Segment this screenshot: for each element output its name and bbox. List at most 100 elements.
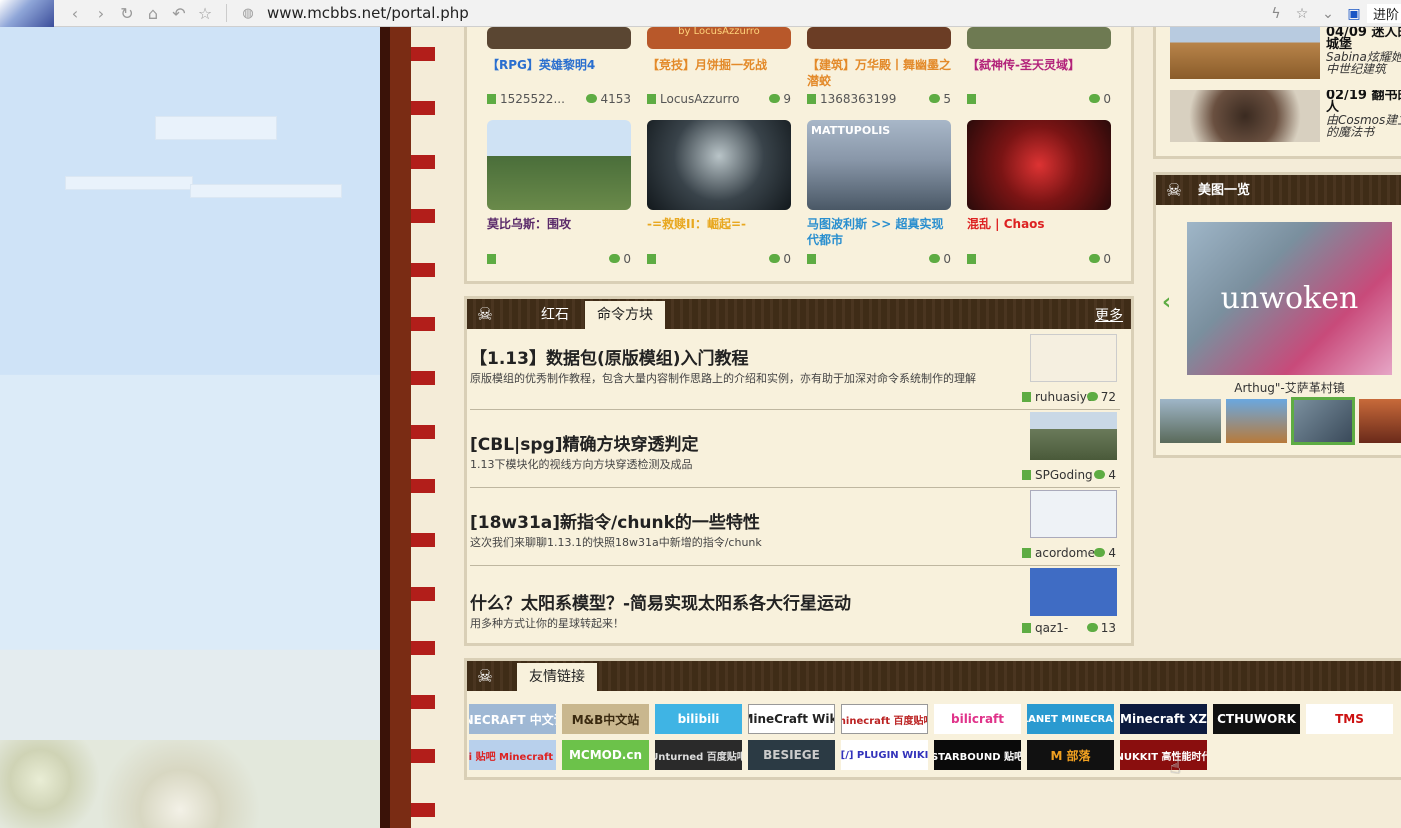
link-starbound[interactable]: STARBOUND 贴吧	[934, 740, 1021, 770]
tutorial-title[interactable]: [18w31a]新指令/chunk的一些特性	[470, 508, 1120, 533]
tutorial-user[interactable]: ruhuasiyu	[1035, 390, 1094, 404]
server-thumb[interactable]	[967, 27, 1111, 49]
tutorial-thumb[interactable]	[1030, 412, 1117, 460]
tutorial-user[interactable]: SPGoding	[1035, 468, 1093, 482]
tutorial-title[interactable]: 什么？太阳系模型？-简易实现太阳系各大行星运动	[470, 589, 1120, 614]
news-item[interactable]: 02/19 翻书的人由Cosmos建立的魔法书	[1170, 90, 1401, 142]
tutorial-user[interactable]: acordome	[1035, 546, 1095, 560]
link-bilicraft[interactable]: bilicraft	[934, 704, 1021, 734]
server-user[interactable]: 1368363199	[820, 92, 896, 106]
link-tms[interactable]: TMS	[1306, 704, 1393, 734]
gallery-thumb[interactable]	[1226, 399, 1287, 443]
gallery-main-image[interactable]: unwoken	[1187, 222, 1392, 375]
comment-icon	[929, 254, 941, 263]
server-title[interactable]: 混乱 | Chaos	[967, 216, 1111, 232]
link-planet[interactable]: PLANET MINECRAFT	[1027, 704, 1114, 734]
link-bilibili[interactable]: bilibili	[655, 704, 742, 734]
shield-icon[interactable]: ◍	[235, 0, 261, 27]
link-mcbbs[interactable]: MINECRAFT 中文论坛	[469, 704, 556, 734]
server-card[interactable]: MATTUPOLIS 马图波利斯 >> 超真实现代都市	[807, 120, 951, 248]
tutorial-title[interactable]: [CBL|spg]精确方块穿透判定	[470, 430, 1120, 455]
server-card[interactable]: by LocusAzzurro 【竞技】月饼掘一死战	[647, 27, 791, 73]
server-card[interactable]: 【RPG】英雄黎明4	[487, 27, 631, 73]
server-meta: 0	[487, 252, 631, 266]
news-thumb[interactable]	[1170, 27, 1320, 79]
tutorial-thumb[interactable]	[1030, 490, 1117, 538]
server-thumb[interactable]	[647, 120, 791, 210]
link-cthuwork[interactable]: CTHUWORK	[1213, 704, 1300, 734]
comment-icon	[586, 94, 598, 103]
tab-friend-links[interactable]: 友情链接	[517, 663, 597, 691]
link-unturned[interactable]: Unturned 百度贴吧	[655, 740, 742, 770]
news-thumb[interactable]	[1170, 90, 1320, 142]
server-title[interactable]: 【竞技】月饼掘一死战	[647, 57, 791, 73]
server-card[interactable]: 莫比乌斯：围攻	[487, 120, 631, 232]
gallery-thumb[interactable]	[1359, 399, 1401, 443]
server-title[interactable]: 【弑神传-圣天灵域】	[967, 57, 1111, 73]
gallery-prev-icon[interactable]: ‹	[1162, 290, 1171, 315]
server-card[interactable]: 【建筑】万华殿丨舞幽墨之潜蛟	[807, 27, 951, 89]
server-user[interactable]: 1525522...	[500, 92, 565, 106]
cloud	[65, 176, 193, 190]
server-thumb[interactable]	[487, 27, 631, 49]
address-bar[interactable]: www.mcbbs.net/portal.php	[267, 4, 469, 22]
extension-label[interactable]: 进阶	[1366, 4, 1401, 23]
server-card[interactable]: -=救赎II：崛起=-	[647, 120, 791, 232]
server-title[interactable]: -=救赎II：崛起=-	[647, 216, 791, 232]
link-mb[interactable]: M&B中文站	[562, 704, 649, 734]
link-buluo[interactable]: M 部落	[1027, 740, 1114, 770]
server-title[interactable]: 莫比乌斯：围攻	[487, 216, 631, 232]
creeper-logo-icon: ☠	[476, 665, 494, 687]
home-icon[interactable]: ⌂	[140, 0, 166, 27]
server-title[interactable]: 马图波利斯 >> 超真实现代都市	[807, 216, 951, 248]
forward-icon[interactable]: ›	[88, 0, 114, 27]
link-besiege[interactable]: BESIEGE	[748, 740, 835, 770]
comment-icon	[609, 254, 621, 263]
tutorial-thumb[interactable]	[1030, 334, 1117, 382]
paw-icon[interactable]: ▣	[1341, 6, 1367, 22]
tutorial-title[interactable]: 【1.13】数据包(原版模组)入门教程	[470, 344, 1030, 369]
server-title[interactable]: 【RPG】英雄黎明4	[487, 57, 631, 73]
news-title[interactable]: 04/09 迷人的城堡	[1326, 27, 1401, 51]
server-comments: 0	[623, 252, 631, 266]
tab-redstone[interactable]: 红石	[529, 301, 581, 329]
server-thumb[interactable]	[967, 120, 1111, 210]
server-meta: 0	[807, 252, 951, 266]
tutorial-thumb[interactable]	[1030, 568, 1117, 616]
link-nukkit[interactable]: NUKKIT 高性能时代	[1120, 740, 1207, 770]
link-pluginwiki[interactable]: [/] PLUGIN WIKI	[841, 740, 928, 770]
server-thumb[interactable]	[807, 27, 951, 49]
more-link[interactable]: 更多	[1095, 305, 1123, 325]
server-meta: LocusAzzurro 9	[647, 92, 791, 106]
link-mcmod[interactable]: MCMOD.cn	[562, 740, 649, 770]
link-mcxz[interactable]: Minecraft XZ	[1120, 704, 1207, 734]
server-thumb[interactable]	[487, 120, 631, 210]
server-user[interactable]: LocusAzzurro	[660, 92, 739, 106]
star-icon[interactable]: ☆	[192, 0, 218, 27]
news-title[interactable]: 02/19 翻书的人	[1326, 90, 1401, 114]
server-card[interactable]: 混乱 | Chaos	[967, 120, 1111, 232]
server-thumb[interactable]: MATTUPOLIS	[807, 120, 951, 210]
news-item[interactable]: 04/09 迷人的城堡Sabina炫耀她的中世纪建筑	[1170, 27, 1401, 79]
comment-icon	[1086, 392, 1098, 401]
server-meta: 1368363199 5	[807, 92, 951, 106]
tab-command-block[interactable]: 命令方块	[585, 301, 665, 329]
profile-avatar[interactable]	[0, 0, 54, 27]
bookmark-star-icon[interactable]: ☆	[1289, 6, 1315, 22]
link-tieba[interactable]: minecraft 百度贴吧	[841, 704, 928, 734]
server-card[interactable]: 【弑神传-圣天灵域】	[967, 27, 1111, 73]
gallery-thumb-active[interactable]	[1291, 397, 1355, 445]
refresh-icon[interactable]: ↻	[114, 0, 140, 27]
gallery-thumb[interactable]	[1160, 399, 1221, 443]
link-baidu-pe[interactable]: Bai 贴吧 Minecraft PE	[469, 740, 556, 770]
undo-icon[interactable]: ↶	[166, 0, 192, 27]
tutorial-user[interactable]: qaz1-	[1035, 621, 1068, 635]
server-title[interactable]: 【建筑】万华殿丨舞幽墨之潜蛟	[807, 57, 951, 89]
lightning-icon[interactable]: ϟ	[1263, 6, 1289, 22]
server-thumb[interactable]: by LocusAzzurro	[647, 27, 791, 49]
creeper-logo-icon: ☠	[1165, 179, 1183, 201]
chevron-down-icon[interactable]: ⌄	[1315, 6, 1341, 22]
link-mcwiki[interactable]: MineCraft Wiki	[748, 704, 835, 734]
back-icon[interactable]: ‹	[62, 0, 88, 27]
news-desc: Sabina炫耀她的中世纪建筑	[1326, 50, 1401, 75]
